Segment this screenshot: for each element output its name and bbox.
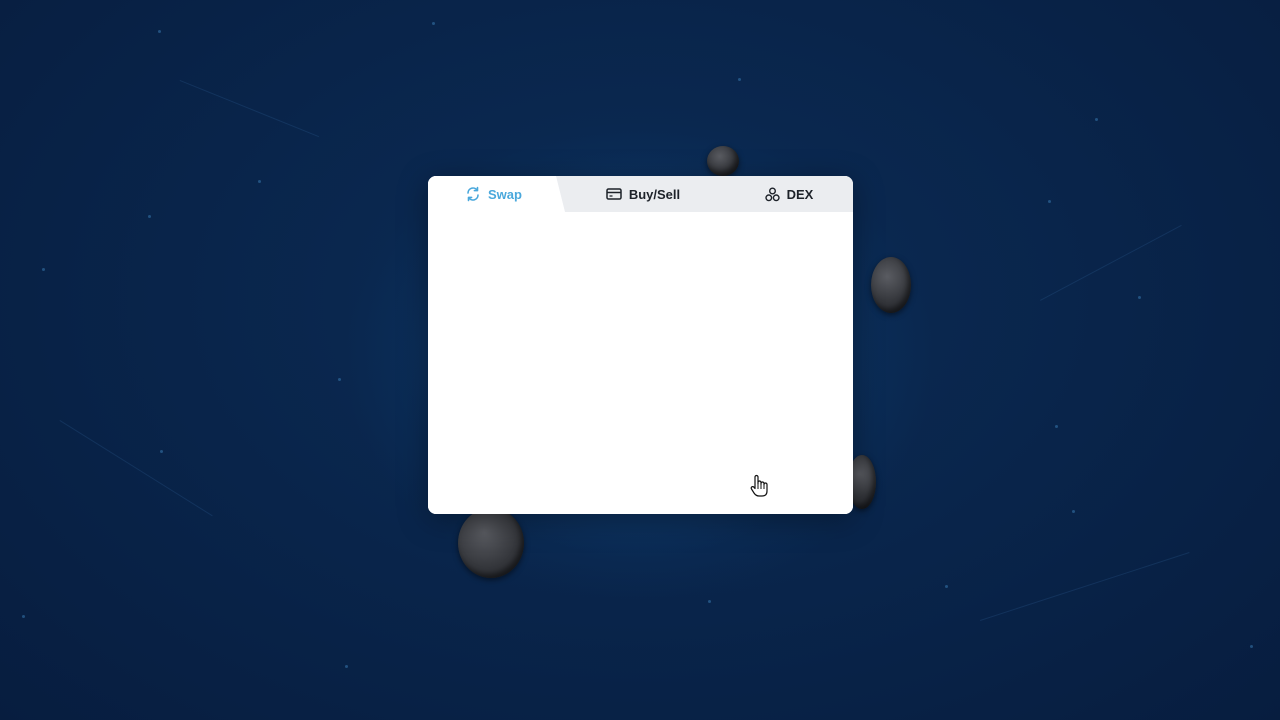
background-line — [59, 420, 213, 517]
background-line — [179, 80, 320, 138]
background-particle — [432, 22, 435, 25]
background-particle — [945, 585, 948, 588]
background-line — [980, 552, 1190, 621]
background-particle — [258, 180, 261, 183]
floating-coin — [707, 146, 739, 176]
widget-content-area — [428, 212, 853, 514]
hand-pointer-icon — [750, 474, 768, 498]
background-particle — [738, 78, 741, 81]
background-particle — [42, 268, 45, 271]
background-particle — [1048, 200, 1051, 203]
dex-nodes-icon — [764, 187, 780, 202]
floating-coin — [871, 257, 911, 313]
background-particle — [158, 30, 161, 33]
tab-swap-label: Swap — [488, 186, 522, 202]
floating-coin — [458, 508, 524, 578]
background-particle — [1250, 645, 1253, 648]
tab-buy-sell[interactable]: Buy/Sell — [588, 176, 698, 212]
background-particle — [160, 450, 163, 453]
tab-dex-label: DEX — [786, 186, 814, 202]
widget-tab-bar: Swap Buy/Sell DEX — [428, 176, 853, 212]
background-particle — [338, 378, 341, 381]
tab-dex[interactable]: DEX — [748, 176, 830, 212]
exchange-widget: Swap Buy/Sell DEX — [428, 176, 853, 514]
swap-arrows-icon — [465, 186, 481, 202]
background-line — [1040, 224, 1182, 301]
background-particle — [1095, 118, 1098, 121]
background-particle — [1072, 510, 1075, 513]
tab-buy-sell-label: Buy/Sell — [628, 186, 681, 202]
tab-swap[interactable]: Swap — [428, 176, 565, 212]
background-particle — [148, 215, 151, 218]
credit-card-icon — [606, 187, 622, 201]
background-particle — [1138, 296, 1141, 299]
background-particle — [22, 615, 25, 618]
background-particle — [1055, 425, 1058, 428]
background-particle — [345, 665, 348, 668]
background-particle — [708, 600, 711, 603]
